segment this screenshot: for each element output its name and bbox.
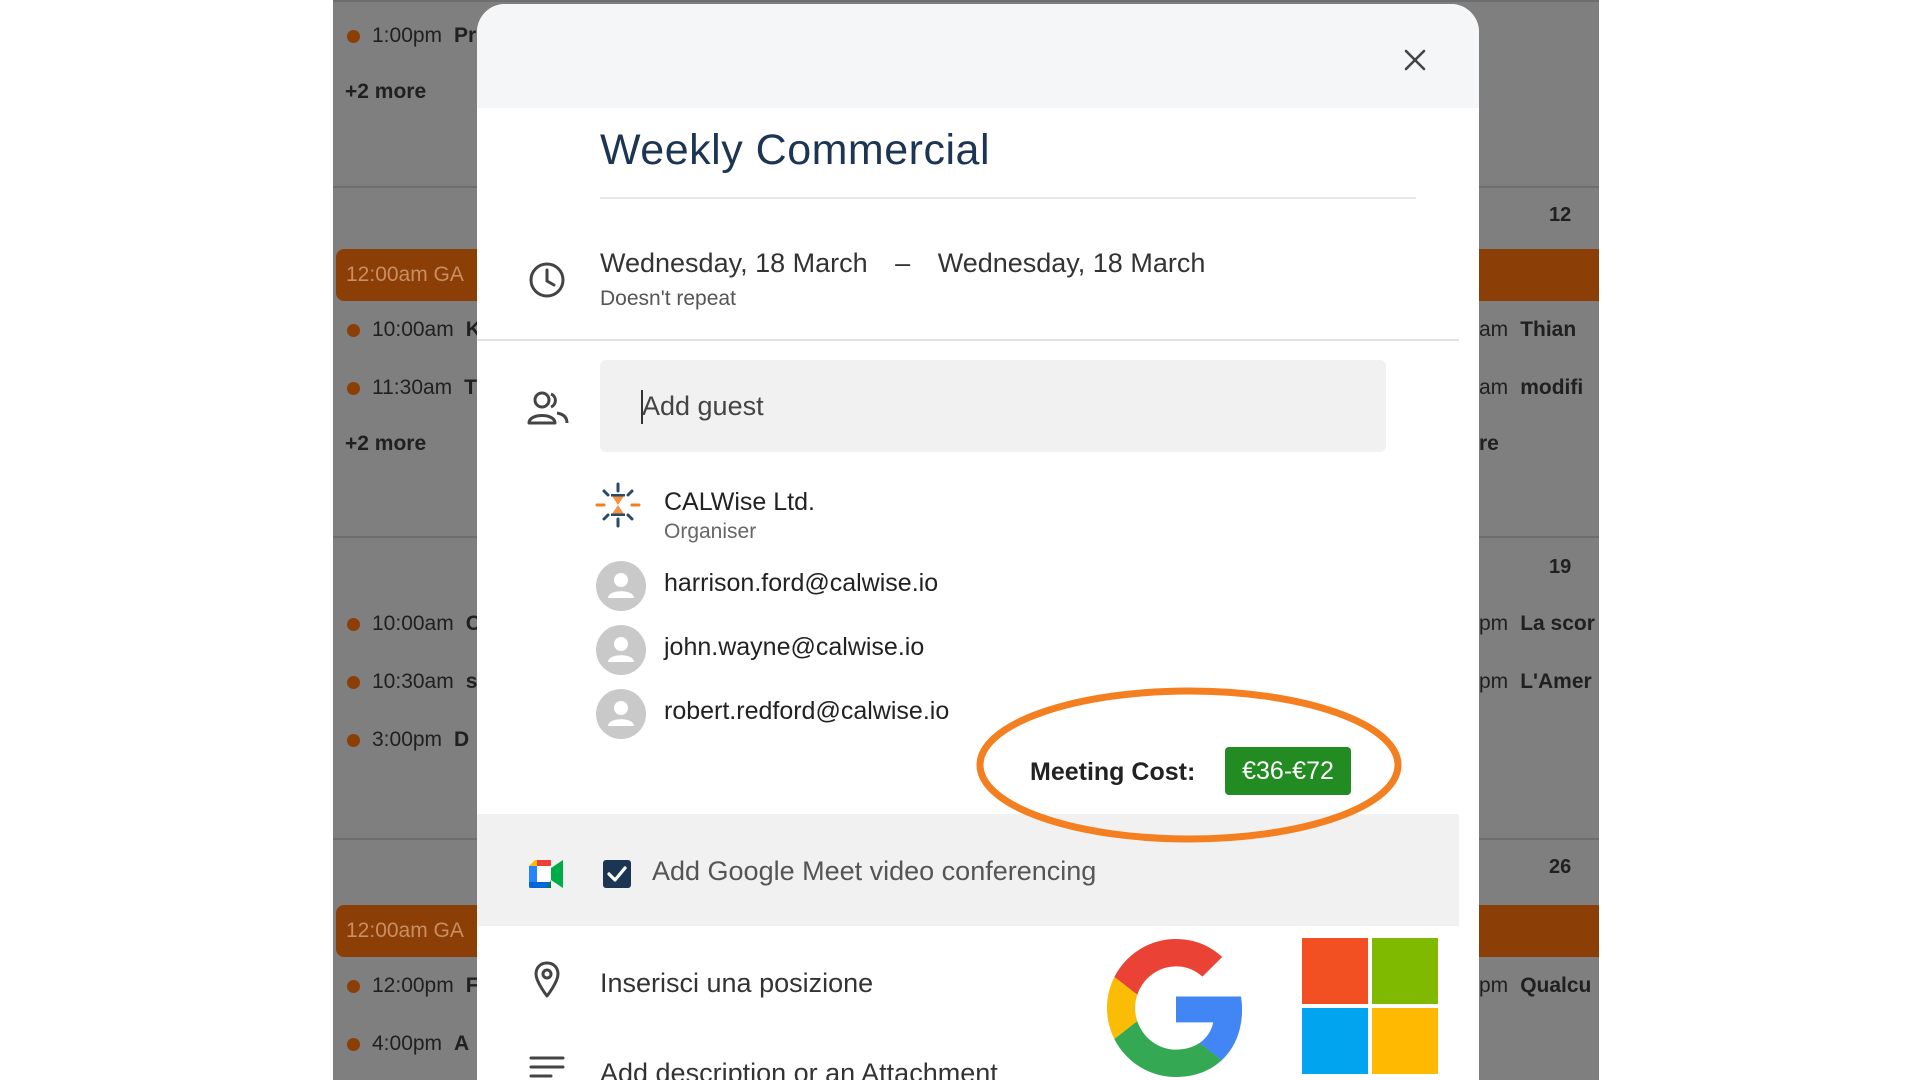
day-number[interactable]: 26 xyxy=(1549,856,1571,879)
calendar-event[interactable]: 3:00pm D xyxy=(347,728,469,752)
section-divider xyxy=(477,339,1459,341)
start-date[interactable]: Wednesday, 18 March xyxy=(600,248,868,278)
repeat-option[interactable]: Doesn't repeat xyxy=(600,287,736,311)
calendar-allday-event[interactable] xyxy=(1473,249,1599,301)
calendar-event[interactable]: 1:00pm Pr xyxy=(347,24,476,48)
calendar-event[interactable]: am modifi xyxy=(1479,376,1583,400)
meeting-cost-badge: €36-€72 xyxy=(1225,747,1351,795)
calendar-event[interactable]: am Thian xyxy=(1479,318,1576,342)
avatar xyxy=(596,561,646,611)
calendar-event[interactable]: 10:00am K xyxy=(347,318,481,342)
organiser-name: CALWise Ltd. xyxy=(664,488,815,516)
check-icon xyxy=(607,866,627,882)
event-title[interactable]: Weekly Commercial xyxy=(600,126,990,175)
calendar-event[interactable]: pm La scor xyxy=(1479,612,1595,636)
microsoft-logo-blue xyxy=(1302,1008,1368,1074)
organiser-role: Organiser xyxy=(664,520,757,543)
text-caret xyxy=(641,390,643,424)
google-meet-label[interactable]: Add Google Meet video conferencing xyxy=(652,856,1096,887)
microsoft-logo-green xyxy=(1372,938,1438,1004)
event-date-range[interactable]: Wednesday, 18 March – Wednesday, 18 Marc… xyxy=(600,248,1225,279)
calendar-event[interactable]: 4:00pm A xyxy=(347,1032,469,1056)
title-underline xyxy=(600,197,1416,199)
location-input[interactable]: Inserisci una posizione xyxy=(600,968,873,999)
event-dot xyxy=(347,617,360,631)
google-logo xyxy=(1107,939,1243,1077)
calwise-logo xyxy=(595,482,641,528)
calendar-event[interactable]: pm Qualcu xyxy=(1479,974,1591,998)
event-dot xyxy=(347,381,360,395)
close-icon xyxy=(1404,49,1426,71)
event-dot xyxy=(347,675,360,689)
day-number[interactable]: 19 xyxy=(1549,556,1571,579)
microsoft-logo-red xyxy=(1302,938,1368,1004)
date-separator: – xyxy=(895,248,911,278)
event-dot xyxy=(347,1037,360,1051)
more-events-link[interactable]: +2 more xyxy=(345,80,426,104)
calendar-event[interactable]: 11:30am T xyxy=(347,376,477,400)
avatar xyxy=(596,689,646,739)
calendar-grid-line xyxy=(333,0,1599,2)
day-number[interactable]: 12 xyxy=(1549,204,1571,227)
event-dot xyxy=(347,323,360,337)
more-events-link[interactable]: +2 more xyxy=(345,432,426,456)
guest-email[interactable]: harrison.ford@calwise.io xyxy=(664,569,938,598)
event-dot xyxy=(347,29,360,43)
location-pin-icon xyxy=(534,961,560,998)
microsoft-logo-yellow xyxy=(1372,1008,1438,1074)
calendar-allday-event[interactable] xyxy=(1473,905,1599,957)
google-meet-icon xyxy=(529,860,563,888)
event-dot xyxy=(347,733,360,747)
guest-email[interactable]: john.wayne@calwise.io xyxy=(664,633,924,662)
calendar-allday-event[interactable]: 12:00am GA xyxy=(336,249,486,301)
user-avatar-icon xyxy=(608,573,634,598)
close-button[interactable] xyxy=(1397,42,1433,78)
calendar-event[interactable]: 10:00am C xyxy=(347,612,481,636)
guest-email[interactable]: robert.redford@calwise.io xyxy=(664,697,949,726)
description-lines-icon xyxy=(529,1056,565,1078)
calendar-allday-event[interactable]: 12:00am GA xyxy=(336,905,486,957)
calendar-event[interactable]: 10:30am s xyxy=(347,670,477,694)
user-avatar-icon xyxy=(608,701,634,726)
google-meet-checkbox[interactable] xyxy=(603,860,631,888)
dialog-header xyxy=(477,4,1479,108)
more-events-link[interactable]: re xyxy=(1479,432,1499,456)
event-dialog: Weekly Commercial Wednesday, 18 March – … xyxy=(477,4,1479,1080)
end-date[interactable]: Wednesday, 18 March xyxy=(938,248,1206,278)
people-icon xyxy=(527,391,569,425)
meeting-cost-label: Meeting Cost: xyxy=(1030,758,1196,786)
event-dot xyxy=(347,979,360,993)
microsoft-logo xyxy=(1296,932,1444,1080)
user-avatar-icon xyxy=(608,637,634,662)
add-guest-input[interactable] xyxy=(600,360,1386,452)
description-input[interactable]: Add description or an Attachment xyxy=(600,1058,998,1080)
calendar-event[interactable]: 12:00pm F xyxy=(347,974,479,998)
calendar-event[interactable]: pm L'Amer xyxy=(1479,670,1592,694)
avatar xyxy=(596,625,646,675)
clock-icon xyxy=(529,262,565,298)
